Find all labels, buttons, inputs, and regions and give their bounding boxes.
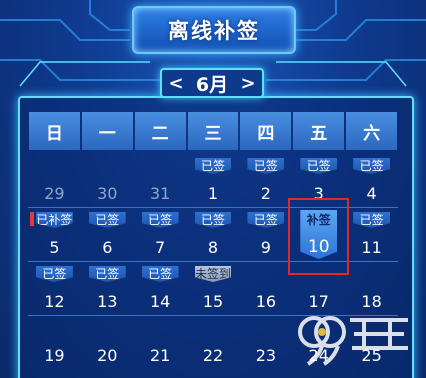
current-month-label: 6月 (195, 73, 229, 96)
offline-signin-screen: 离线补签 < 6月 > 日 一 二 三 四 五 六 29 30 31 已签 1 已签 2 已签… (0, 0, 426, 378)
calendar-day-21: 21 (134, 316, 187, 369)
day-number: 7 (155, 238, 166, 257)
weekday-sat: 六 (346, 112, 398, 150)
calendar-day-30: 30 (81, 154, 134, 207)
calendar-day-1: 已签 1 (187, 154, 240, 207)
day-number: 5 (49, 238, 60, 257)
calendar-day-5: 已补签 5 (28, 208, 81, 261)
weekday-header: 日 一 二 三 四 五 六 (28, 112, 398, 150)
day-number: 12 (44, 292, 65, 311)
signed-badge: 已签 (353, 212, 391, 228)
day-number: 9 (260, 238, 271, 257)
day-number: 4 (366, 184, 377, 203)
day-number: 11 (361, 238, 382, 257)
day-number: 30 (97, 184, 118, 203)
signed-badge: 已签 (88, 266, 126, 282)
day-number: 2 (260, 184, 271, 203)
calendar-day-20: 20 (81, 316, 134, 369)
made-up-badge: 已补签 (36, 212, 73, 228)
calendar-day-2: 已签 2 (239, 154, 292, 207)
calendar-day-12: 已签 12 (28, 262, 81, 315)
month-navigator: < 6月 > (160, 68, 264, 98)
calendar-day-8: 已签 8 (187, 208, 240, 261)
signed-badge: 已签 (36, 266, 73, 282)
day-number: 8 (207, 238, 219, 257)
day-number: 6 (102, 238, 113, 257)
calendar-day-11: 已签 11 (345, 208, 398, 261)
day-number: 21 (149, 346, 171, 365)
day-number: 29 (44, 184, 65, 203)
calendar-day-14: 已签 14 (134, 262, 187, 315)
signed-badge: 已签 (141, 266, 179, 282)
day-number: 14 (149, 292, 171, 311)
weekday-fri: 五 (293, 112, 345, 150)
page-title: 离线补签 (168, 19, 260, 43)
calendar-day-19: 19 (28, 316, 81, 369)
signed-badge: 已签 (247, 158, 285, 174)
day-number: 16 (255, 292, 277, 311)
calendar-day-29: 29 (28, 154, 81, 207)
signed-badge: 已签 (353, 158, 391, 174)
calendar-day-15[interactable]: 未签到 15 (187, 262, 240, 315)
calendar-day-16: 16 (239, 262, 292, 315)
signed-badge: 已签 (88, 212, 126, 228)
day-number: 19 (44, 346, 65, 365)
calendar-day-9: 已签 9 (239, 208, 292, 261)
calendar-day-4: 已签 4 (345, 154, 398, 207)
weekday-wed: 三 (187, 112, 239, 150)
calendar-week-row: 已补签 5 已签 6 已签 7 已签 8 已签 9 补签 10 已签 11 (28, 198, 398, 275)
weekday-mon: 一 (81, 112, 133, 150)
day-number: 22 (202, 346, 224, 365)
day-number: 23 (255, 346, 277, 365)
calendar-day-6: 已签 6 (81, 208, 134, 261)
signed-badge: 已签 (300, 158, 338, 174)
title-plate: 离线补签 (132, 6, 296, 54)
signed-badge: 已签 (194, 158, 232, 174)
signed-badge: 已签 (141, 212, 179, 228)
calendar-day-13: 已签 13 (81, 262, 134, 315)
next-month-button[interactable]: > (240, 73, 256, 94)
day-number: 13 (97, 292, 118, 311)
weekday-sun: 日 (29, 112, 80, 150)
day-number: 31 (149, 184, 171, 203)
unsigned-badge: 未签到 (194, 266, 232, 282)
site-watermark-logo (298, 316, 408, 366)
calendar-day-22: 22 (187, 316, 240, 369)
day-number: 15 (202, 292, 224, 311)
signed-badge: 已签 (194, 212, 232, 228)
weekday-thu: 四 (240, 112, 292, 150)
calendar-day-7: 已签 7 (134, 208, 187, 261)
day-number: 1 (207, 184, 219, 203)
makeup-flag-icon (30, 212, 34, 226)
signed-badge: 已签 (247, 212, 285, 228)
calendar-day-10[interactable]: 补签 10 (288, 198, 350, 275)
calendar-day-31: 31 (134, 154, 187, 207)
day-number: 20 (97, 346, 118, 365)
prev-month-button[interactable]: < (168, 73, 184, 94)
calendar-day-23: 23 (239, 316, 292, 369)
weekday-tue: 二 (134, 112, 186, 150)
